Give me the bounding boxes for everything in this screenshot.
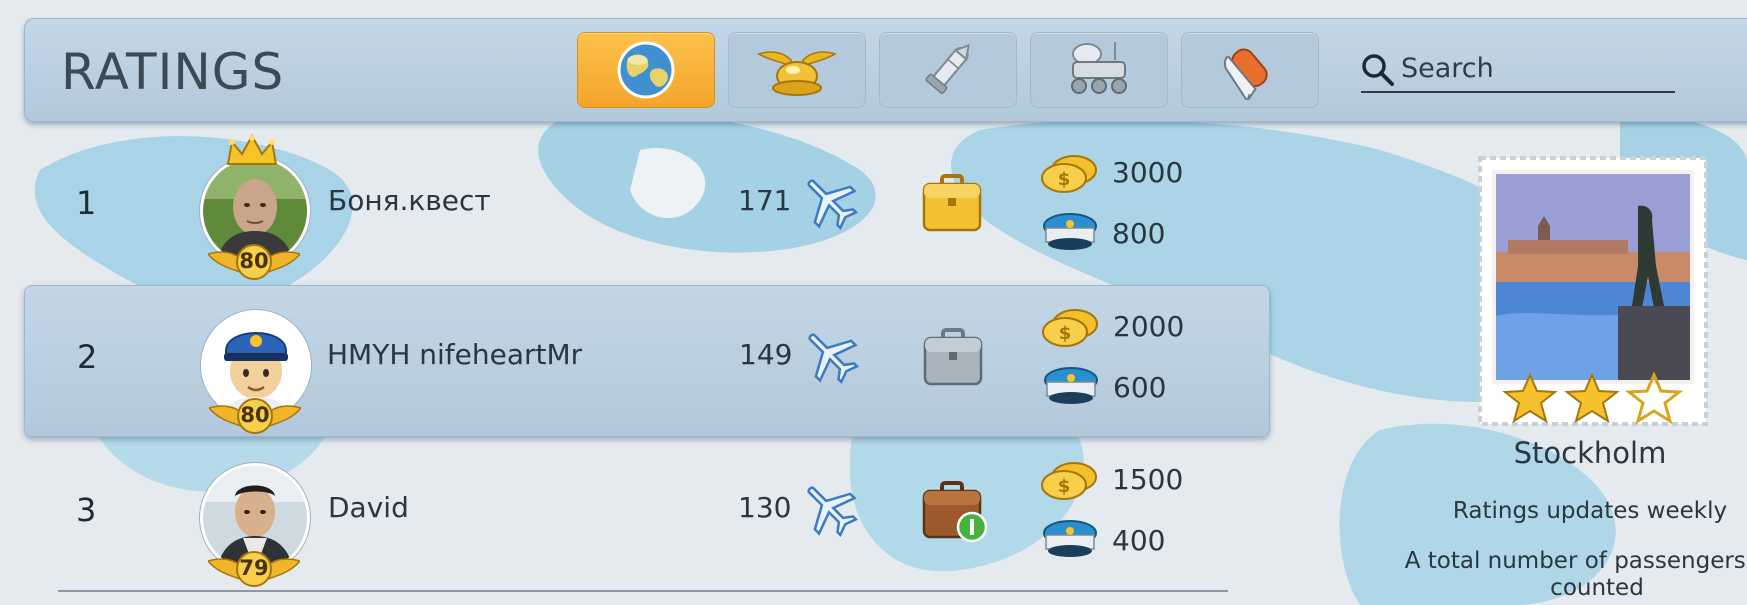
level-badge: 80 xyxy=(206,242,302,280)
lunar-rover-icon xyxy=(1071,42,1127,94)
caps-reward: 400 xyxy=(1112,524,1166,557)
list-divider xyxy=(58,590,1228,592)
pilot-cap-icon xyxy=(1043,213,1097,250)
level-badge: 79 xyxy=(206,549,302,587)
level-number: 80 xyxy=(240,403,270,427)
airplane-icon xyxy=(807,179,858,230)
tab-rockets[interactable] xyxy=(879,32,1017,108)
coins-reward: 3000 xyxy=(1112,156,1184,189)
tab-world[interactable] xyxy=(577,32,715,108)
pilot-cap-icon xyxy=(1043,520,1097,557)
player-name: Боня.квест xyxy=(328,184,491,217)
tab-rovers[interactable] xyxy=(1030,32,1168,108)
search-input[interactable] xyxy=(1401,53,1661,83)
level-number: 79 xyxy=(239,556,269,580)
search-icon xyxy=(1362,54,1394,86)
coins-icon: $ xyxy=(1041,155,1097,193)
tab-pilots[interactable] xyxy=(728,32,866,108)
rocket-icon xyxy=(925,43,970,94)
rank-number: 3 xyxy=(76,491,97,529)
space-shuttle-icon xyxy=(1223,48,1268,100)
rating-stars xyxy=(1502,372,1684,424)
player-name: HMYH nifeheartMr xyxy=(327,338,583,371)
passenger-score: 149 xyxy=(739,338,793,371)
svg-text:$: $ xyxy=(1058,169,1071,190)
svg-text:$: $ xyxy=(1059,323,1072,344)
city-name: Stockholm xyxy=(1513,436,1667,470)
level-badge: 80 xyxy=(207,396,303,434)
crown-icon xyxy=(226,134,278,165)
rating-row-1[interactable]: 1 80 Боня.квест 171 $ 3000 800 xyxy=(24,132,1268,282)
globe-icon xyxy=(617,41,675,99)
gold-briefcase-icon xyxy=(922,174,982,232)
star-filled-icon xyxy=(1564,372,1620,424)
player-avatar[interactable]: 80 xyxy=(199,300,311,435)
star-filled-icon xyxy=(1502,372,1558,424)
caps-reward: 600 xyxy=(1113,371,1167,404)
silver-briefcase-icon xyxy=(923,328,983,386)
page-title: RATINGS xyxy=(61,43,285,101)
caps-reward: 800 xyxy=(1112,217,1166,250)
rating-row-3[interactable]: 3 79 David 130 $ 1500 400 xyxy=(24,439,1268,589)
svg-text:$: $ xyxy=(1058,476,1071,497)
player-name: David xyxy=(328,491,409,524)
brown-briefcase-icon xyxy=(922,481,988,543)
coins-icon: $ xyxy=(1042,309,1098,347)
airplane-icon xyxy=(807,486,858,537)
player-avatar[interactable]: 80 xyxy=(198,134,310,281)
ratings-update-info: Ratings updates weekly xyxy=(1452,498,1728,524)
passenger-score: 171 xyxy=(738,184,792,217)
star-empty-icon xyxy=(1624,372,1684,424)
coins-reward: 2000 xyxy=(1113,310,1185,343)
tab-shuttles[interactable] xyxy=(1181,32,1319,108)
player-avatar[interactable]: 79 xyxy=(198,453,310,588)
passengers-info: A total number of passengers car counted xyxy=(1404,548,1747,601)
coins-icon: $ xyxy=(1041,462,1097,500)
airplane-icon xyxy=(808,333,859,384)
rating-row-2[interactable]: 2 80 HMYH nifeheartMr 149 $ 2000 600 xyxy=(24,285,1270,437)
rank-number: 2 xyxy=(77,338,98,376)
rank-number: 1 xyxy=(76,184,97,222)
passenger-score: 130 xyxy=(738,491,792,524)
level-number: 80 xyxy=(239,249,269,273)
pilot-wings-icon xyxy=(757,51,837,96)
search-box[interactable] xyxy=(1361,47,1675,93)
coins-reward: 1500 xyxy=(1112,463,1184,496)
ratings-header: RATINGS xyxy=(24,18,1747,122)
pilot-cap-icon xyxy=(1044,367,1098,404)
